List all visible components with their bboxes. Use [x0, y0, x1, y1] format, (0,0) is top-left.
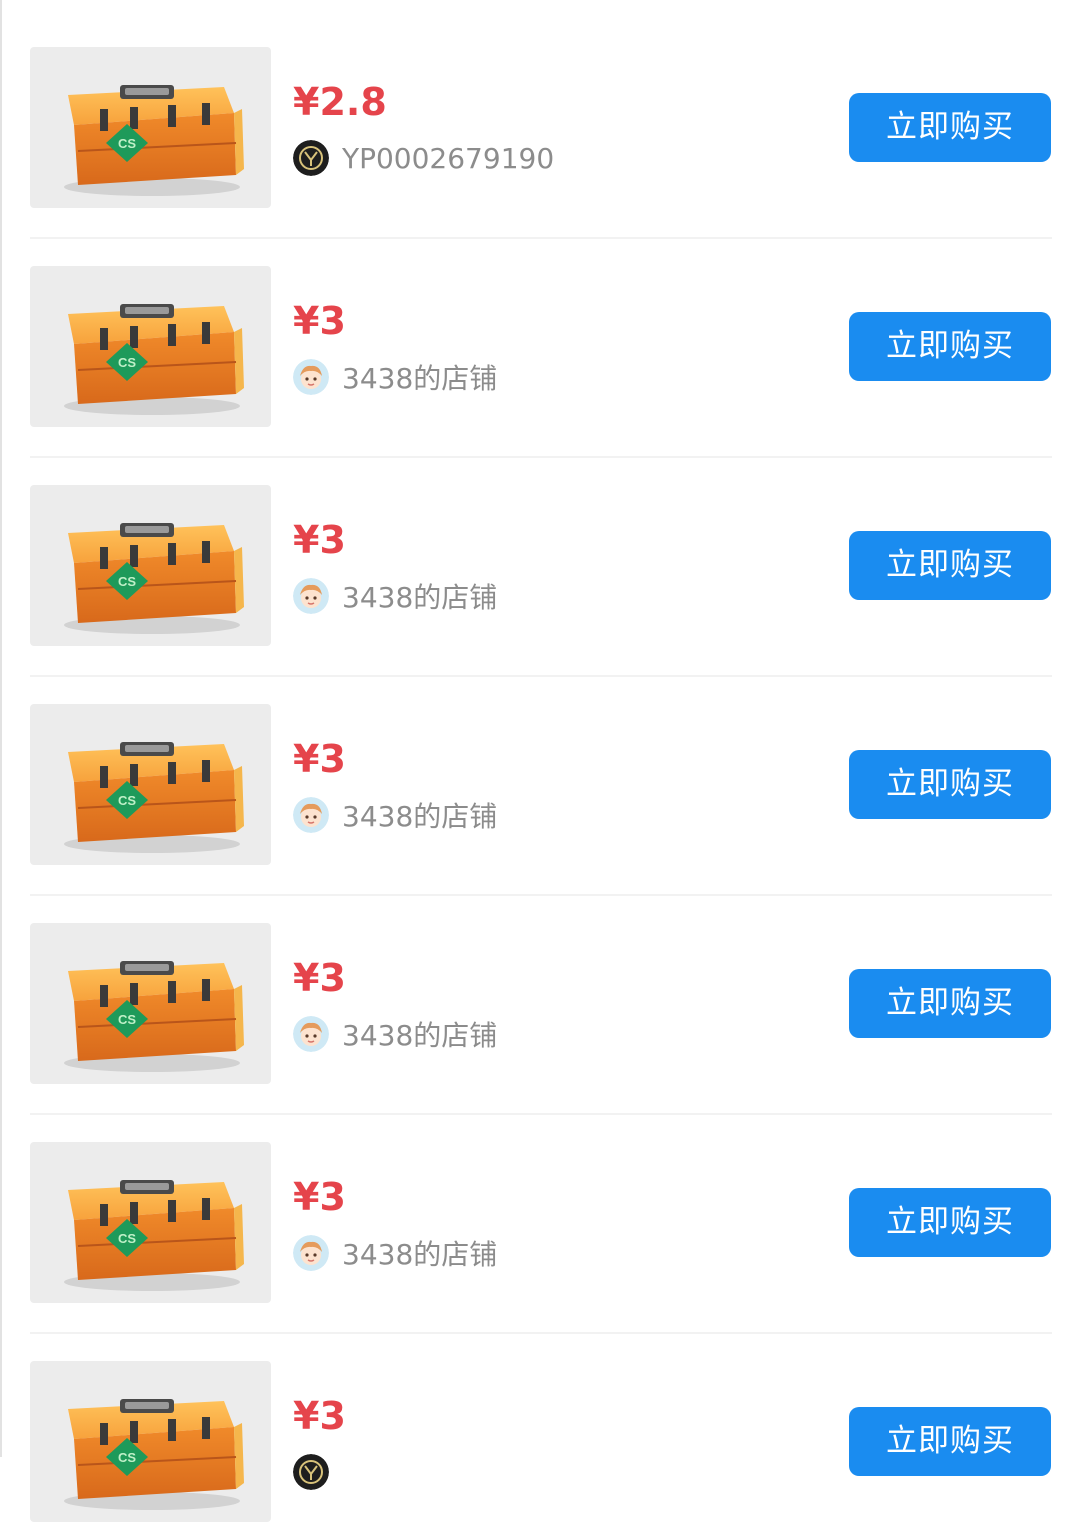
seller-name: YP0002679190: [342, 141, 555, 175]
product-thumbnail[interactable]: CS: [30, 1361, 271, 1522]
svg-text:CS: CS: [118, 1450, 136, 1465]
list-item[interactable]: CS ¥3 3438的店铺 立即购买: [0, 876, 1080, 1115]
buy-now-button[interactable]: 立即购买: [849, 1188, 1051, 1257]
seller-info[interactable]: 3438的店铺: [293, 1233, 497, 1273]
svg-text:CS: CS: [118, 136, 136, 151]
svg-text:CS: CS: [118, 574, 136, 589]
seller-name: 3438的店铺: [342, 581, 498, 614]
buy-now-button[interactable]: 立即购买: [849, 750, 1051, 819]
seller-avatar: [293, 1235, 329, 1271]
product-thumbnail[interactable]: CS: [30, 1142, 271, 1303]
price-label: ¥3: [293, 956, 346, 1000]
product-thumbnail[interactable]: CS: [30, 704, 271, 865]
buy-now-button[interactable]: 立即购买: [849, 312, 1051, 381]
product-thumbnail[interactable]: CS: [30, 923, 271, 1084]
svg-text:CS: CS: [118, 1012, 136, 1027]
buy-now-button[interactable]: 立即购买: [849, 531, 1051, 600]
buy-now-button[interactable]: 立即购买: [849, 1407, 1051, 1476]
price-label: ¥3: [293, 1175, 346, 1219]
seller-name: 3438的店铺: [342, 1238, 498, 1271]
product-thumbnail[interactable]: CS: [30, 266, 271, 427]
cs-weapon-case-icon: CS: [64, 523, 244, 634]
seller-info[interactable]: 3438的店铺: [293, 357, 497, 397]
svg-text:CS: CS: [118, 355, 136, 370]
cs-weapon-case-icon: CS: [64, 1180, 244, 1291]
cs-weapon-case-icon: CS: [64, 742, 244, 853]
price-label: ¥3: [293, 737, 346, 781]
seller-name: 3438的店铺: [342, 800, 498, 833]
seller-logo-icon: [293, 1454, 329, 1490]
seller-avatar: [293, 1016, 329, 1052]
product-thumbnail[interactable]: CS: [30, 47, 271, 208]
seller-info[interactable]: YP0002679190: [293, 138, 554, 178]
seller-cartoon-avatar-icon: [293, 578, 329, 614]
seller-info[interactable]: 3438的店铺: [293, 1014, 497, 1054]
list-item[interactable]: CS ¥3 3438的店铺 立即购买: [0, 438, 1080, 677]
list-item[interactable]: CS ¥3 3438的店铺 立即购买: [0, 657, 1080, 896]
price-label: ¥3: [293, 299, 346, 343]
list-item[interactable]: CS ¥3 3438的店铺 立即购买: [0, 219, 1080, 458]
seller-cartoon-avatar-icon: [293, 1016, 329, 1052]
seller-name: 3438的店铺: [342, 1019, 498, 1052]
list-item[interactable]: CS ¥3 立即购买: [0, 1314, 1080, 1533]
cs-weapon-case-icon: CS: [64, 304, 244, 415]
price-label: ¥3: [293, 1394, 346, 1438]
seller-cartoon-avatar-icon: [293, 359, 329, 395]
price-label: ¥3: [293, 518, 346, 562]
seller-info[interactable]: [293, 1452, 342, 1492]
seller-cartoon-avatar-icon: [293, 1235, 329, 1271]
seller-avatar: [293, 1454, 329, 1490]
cs-weapon-case-icon: CS: [64, 961, 244, 1072]
list-item[interactable]: CS ¥3 3438的店铺 立即购买: [0, 1095, 1080, 1334]
seller-avatar: [293, 140, 329, 176]
svg-text:CS: CS: [118, 1231, 136, 1246]
cs-weapon-case-icon: CS: [64, 85, 244, 196]
seller-info[interactable]: 3438的店铺: [293, 795, 497, 835]
seller-name: 3438的店铺: [342, 362, 498, 395]
svg-text:CS: CS: [118, 793, 136, 808]
seller-avatar: [293, 359, 329, 395]
cs-weapon-case-icon: CS: [64, 1399, 244, 1510]
seller-avatar: [293, 578, 329, 614]
buy-now-button[interactable]: 立即购买: [849, 969, 1051, 1038]
price-label: ¥2.8: [293, 80, 387, 124]
seller-cartoon-avatar-icon: [293, 797, 329, 833]
seller-logo-icon: [293, 140, 329, 176]
list-item[interactable]: CS ¥2.8 YP0002679190 立即购买: [0, 0, 1080, 239]
product-thumbnail[interactable]: CS: [30, 485, 271, 646]
seller-avatar: [293, 797, 329, 833]
seller-info[interactable]: 3438的店铺: [293, 576, 497, 616]
buy-now-button[interactable]: 立即购买: [849, 93, 1051, 162]
